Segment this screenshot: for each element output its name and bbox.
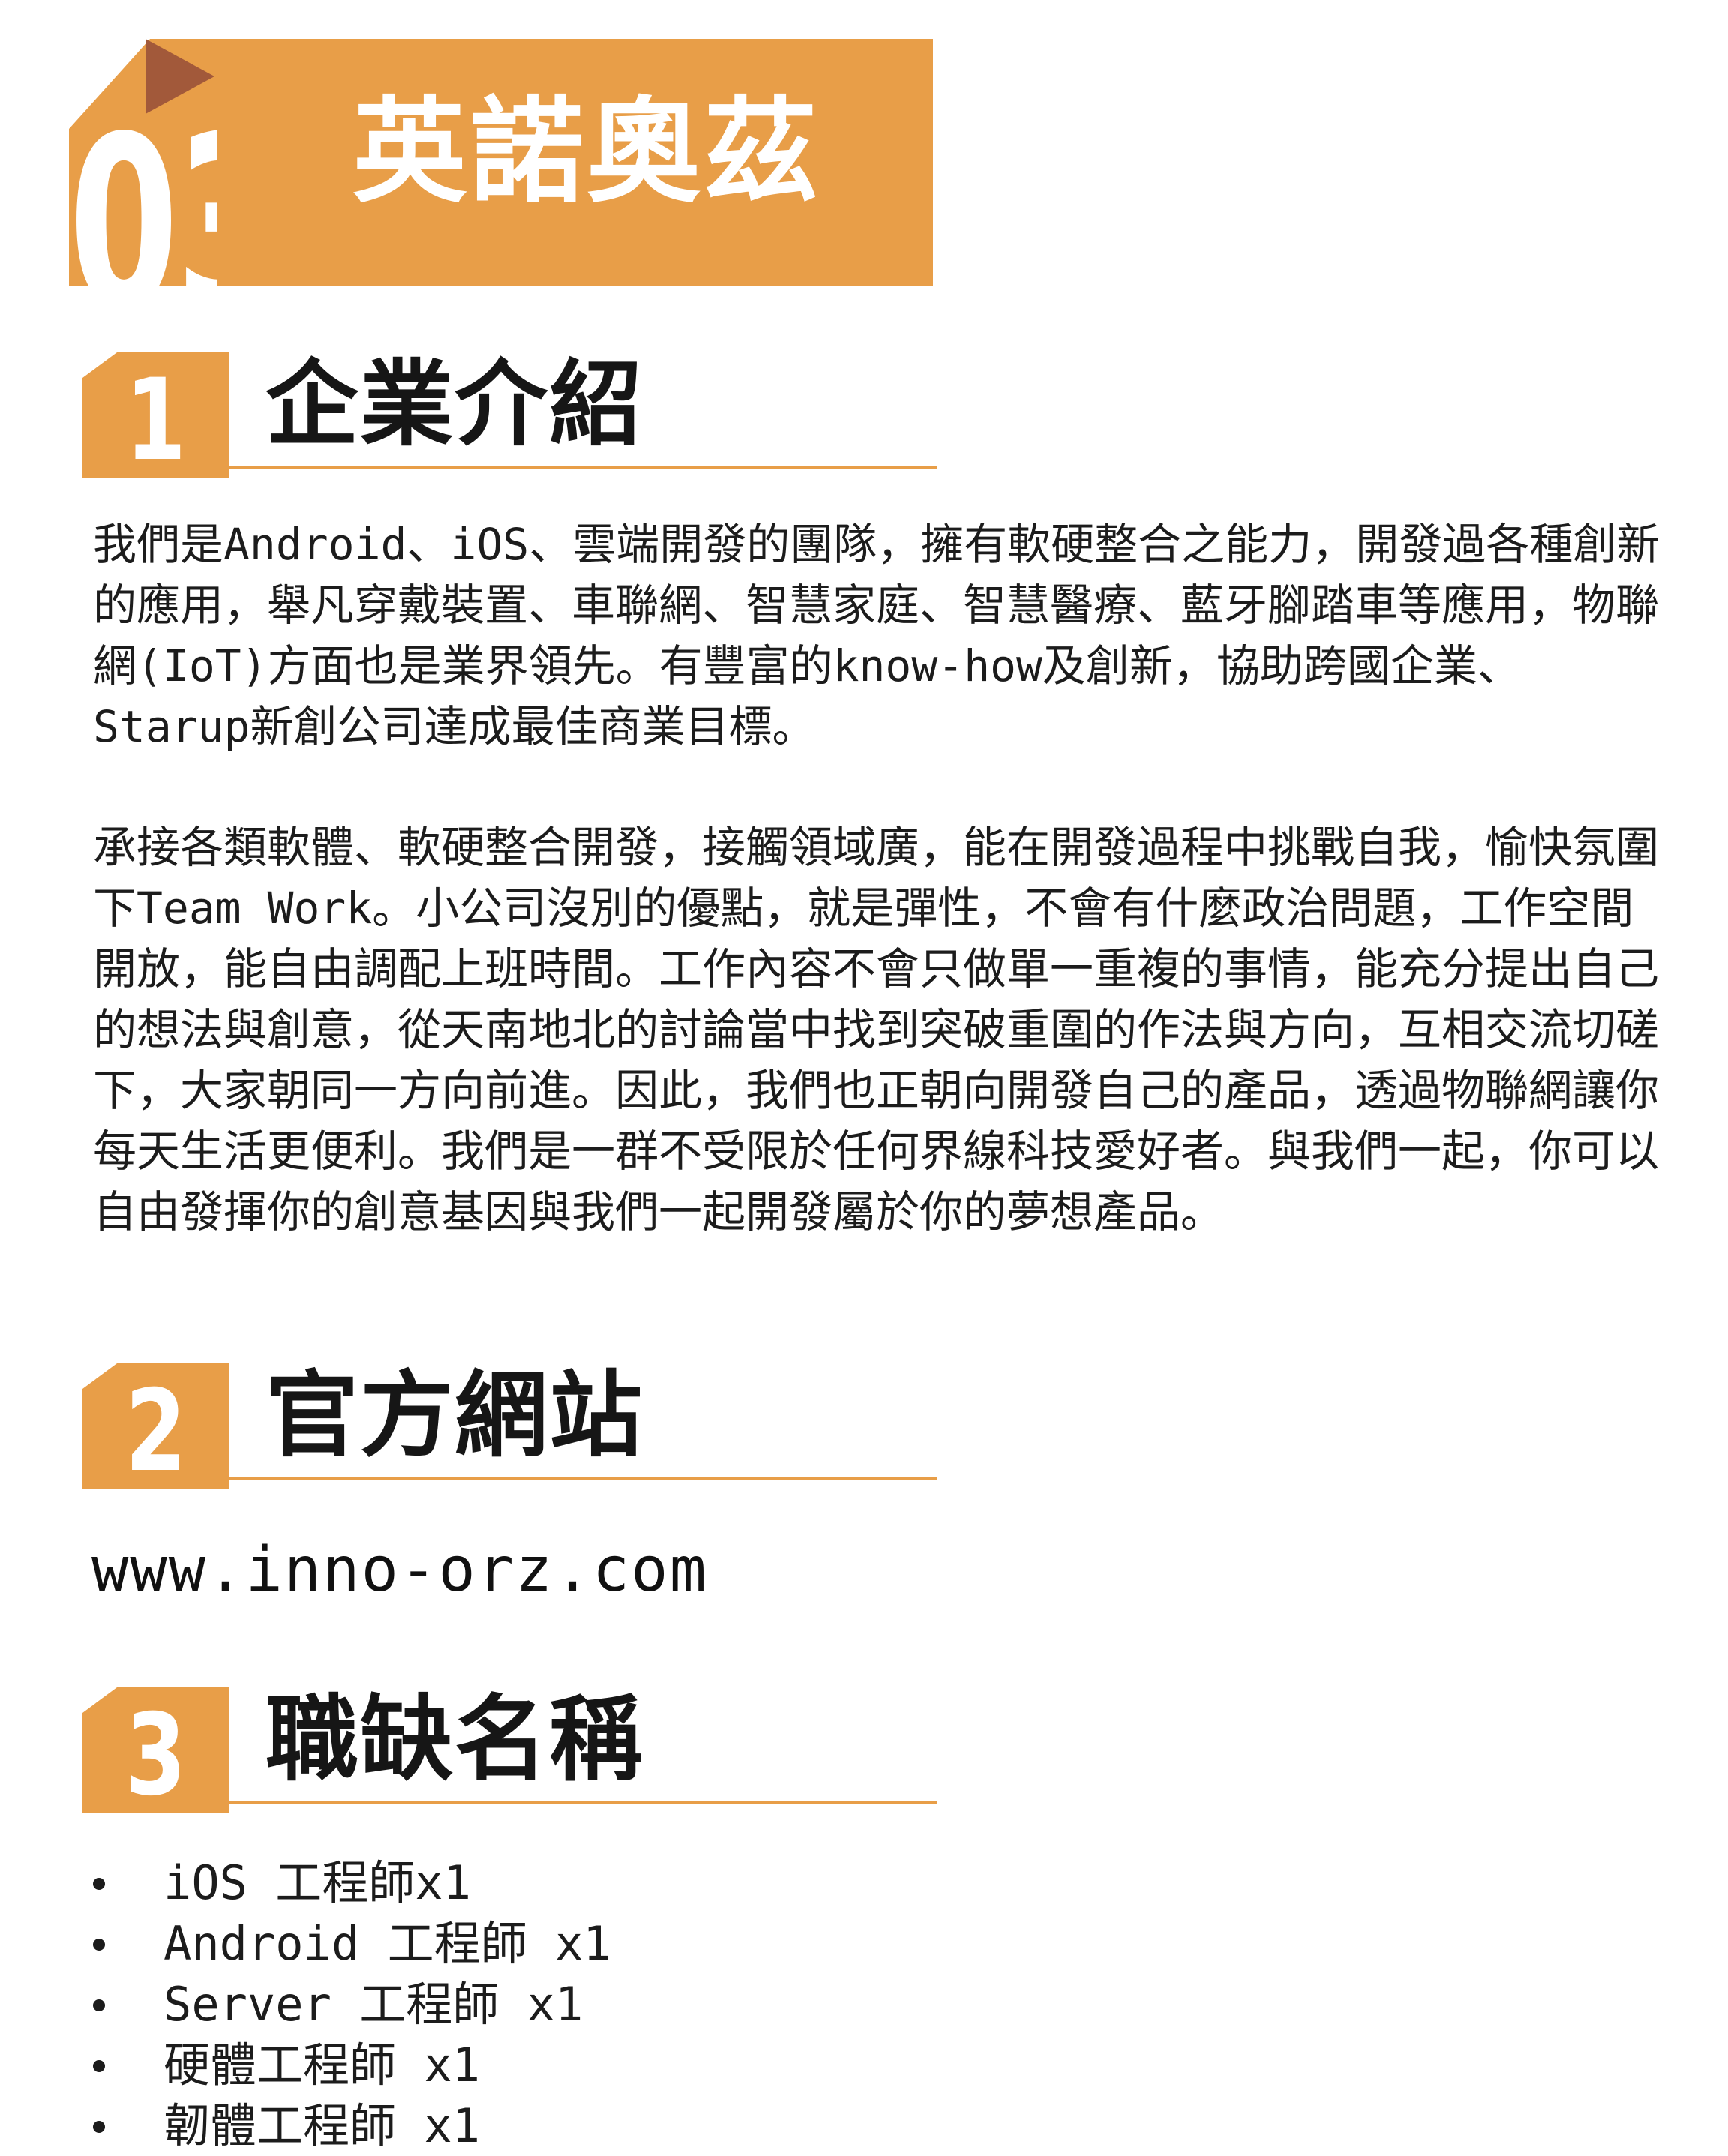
section-underline bbox=[229, 466, 938, 469]
section-header-job-openings: 3 職缺名稱 bbox=[82, 1687, 938, 1813]
chapter-number: 03 bbox=[69, 105, 218, 286]
list-item: Android 工程師 x1 bbox=[88, 1913, 611, 1974]
section-number: 3 bbox=[124, 1690, 187, 1821]
job-title: 韌體工程師 x1 bbox=[164, 2098, 480, 2153]
company-name: 英諾奧茲 bbox=[352, 85, 820, 218]
section-number-box: 3 bbox=[82, 1687, 229, 1813]
list-item: 韌體工程師 x1 bbox=[88, 2095, 611, 2156]
section-number-box: 1 bbox=[82, 352, 229, 478]
section-header-official-website: 2 官方網站 bbox=[82, 1363, 938, 1489]
section-number: 2 bbox=[124, 1366, 187, 1497]
section-title: 官方網站 bbox=[266, 1362, 644, 1470]
section-title: 職缺名稱 bbox=[266, 1686, 644, 1794]
website-url[interactable]: www.inno-orz.com bbox=[92, 1534, 708, 1606]
job-title: Android 工程師 x1 bbox=[164, 1916, 611, 1971]
job-title: 硬體工程師 x1 bbox=[164, 2038, 480, 2092]
section-number-box: 2 bbox=[82, 1363, 229, 1489]
section-underline bbox=[229, 1801, 938, 1804]
banner-fold-decoration bbox=[146, 39, 214, 114]
bullet-icon bbox=[93, 2060, 105, 2072]
list-item: Server 工程師 x1 bbox=[88, 1974, 611, 2035]
bullet-icon bbox=[93, 1999, 105, 2011]
job-list: iOS 工程師x1 Android 工程師 x1 Server 工程師 x1 硬… bbox=[88, 1852, 611, 2156]
section-number: 1 bbox=[124, 355, 187, 486]
list-item: 硬體工程師 x1 bbox=[88, 2035, 611, 2095]
bullet-icon bbox=[93, 1939, 105, 1951]
bullet-icon bbox=[93, 1878, 105, 1890]
section-underline bbox=[229, 1477, 938, 1480]
section-title: 企業介紹 bbox=[266, 351, 644, 459]
job-title: Server 工程師 x1 bbox=[164, 1977, 584, 2032]
section-header-company-intro: 1 企業介紹 bbox=[82, 352, 938, 478]
job-title: iOS 工程師x1 bbox=[164, 1855, 471, 1910]
bullet-icon bbox=[93, 2121, 105, 2133]
intro-paragraph-2: 承接各類軟體、軟硬整合開發，接觸領域廣，能在開發過程中挑戰自我，愉快氛圍下Tea… bbox=[93, 822, 1660, 1237]
intro-paragraph-1: 我們是Android、iOS、雲端開發的團隊，擁有軟硬整合之能力，開發過各種創新… bbox=[93, 519, 1660, 752]
list-item: iOS 工程師x1 bbox=[88, 1852, 611, 1913]
